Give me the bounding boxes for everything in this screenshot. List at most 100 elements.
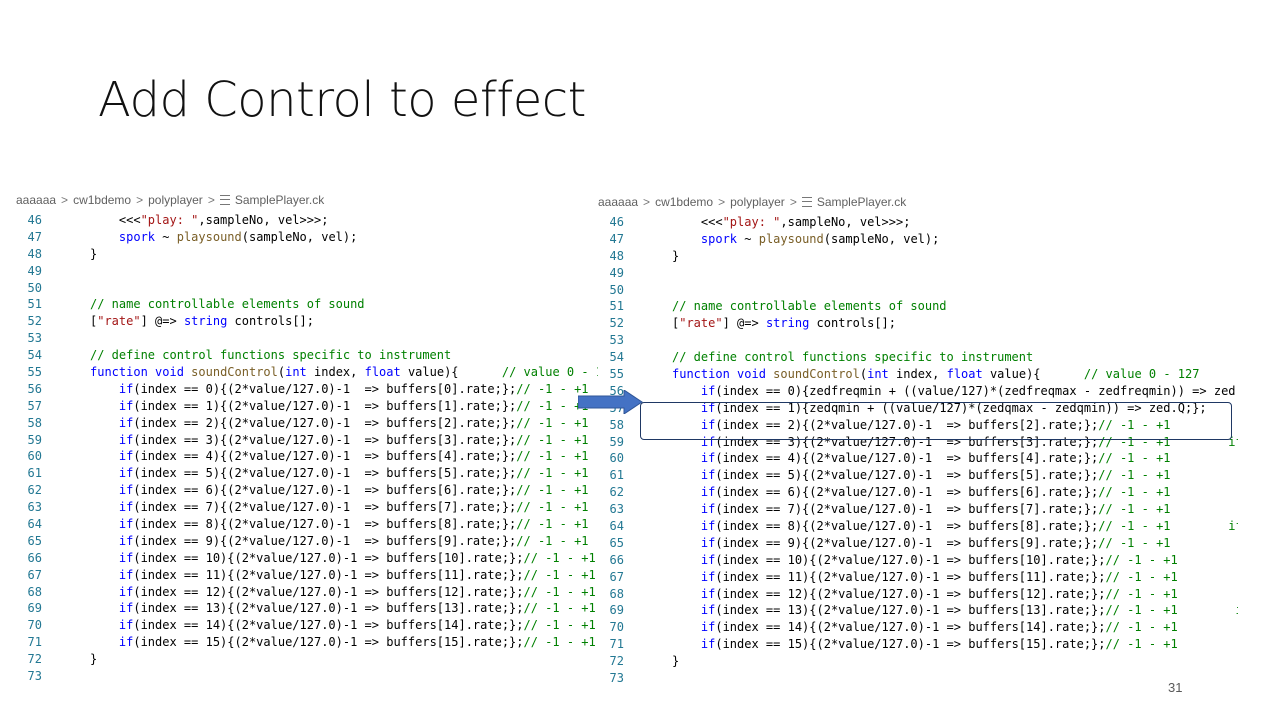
- code-line: 55 function void soundControl(int index, …: [598, 366, 1238, 383]
- line-text: if(index == 5){(2*value/127.0)-1 => buff…: [118, 466, 589, 481]
- line-text: if(index == 12){(2*value/127.0)-1 => buf…: [700, 586, 1178, 601]
- code-line: 60 if(index == 4){(2*value/127.0)-1 => b…: [16, 448, 600, 465]
- code-line: 72}: [16, 651, 600, 668]
- line-text: if(index == 7){(2*value/127.0)-1 => buff…: [700, 502, 1171, 517]
- code-line: 67 if(index == 11){(2*value/127.0)-1 => …: [598, 569, 1238, 586]
- code-line: 65 if(index == 9){(2*value/127.0)-1 => b…: [16, 533, 600, 550]
- line-text: }: [672, 248, 680, 263]
- line-text: [42, 280, 90, 297]
- line-number: 61: [609, 468, 624, 483]
- breadcrumb-item[interactable]: polyplayer: [730, 195, 785, 209]
- line-text: if(index == 8){(2*value/127.0)-1 => buff…: [118, 517, 589, 532]
- line-text: if(index == 11){(2*value/127.0)-1 => buf…: [700, 569, 1178, 584]
- line-text: if(index == 6){(2*value/127.0)-1 => buff…: [118, 483, 589, 498]
- line-text: function void soundControl(int index, fl…: [90, 365, 600, 380]
- line-number: 58: [609, 417, 624, 432]
- line-text: if(index == 15){(2*value/127.0)-1 => buf…: [118, 635, 596, 650]
- code-line: 73: [598, 670, 1238, 687]
- code-line: 61 if(index == 5){(2*value/127.0)-1 => b…: [598, 467, 1238, 484]
- breadcrumb-file[interactable]: SamplePlayer.ck: [817, 195, 906, 209]
- line-text: if(index == 10){(2*value/127.0)-1 => buf…: [700, 552, 1178, 567]
- line-text: // name controllable elements of sound: [90, 297, 365, 312]
- page-number: 31: [1168, 680, 1183, 695]
- line-text: }: [90, 246, 98, 261]
- code-line: 63 if(index == 7){(2*value/127.0)-1 => b…: [598, 501, 1238, 518]
- line-number: 50: [27, 280, 42, 295]
- code-line: 58 if(index == 2){(2*value/127.0)-1 => b…: [16, 415, 600, 432]
- code-line: 50: [16, 280, 600, 297]
- code-line: 50: [598, 282, 1238, 299]
- line-text: if(index == 0){(2*value/127.0)-1 => buff…: [118, 381, 589, 396]
- code-line: 48}: [598, 248, 1238, 265]
- line-number: 71: [27, 635, 42, 650]
- line-text: <<<"play: ",sampleNo, vel>>>;: [672, 215, 911, 229]
- code-line: 60 if(index == 4){(2*value/127.0)-1 => b…: [598, 450, 1238, 467]
- line-text: }: [672, 654, 680, 669]
- line-number: 66: [609, 552, 624, 567]
- line-number: 55: [27, 365, 42, 380]
- line-number: 53: [27, 331, 42, 346]
- line-number: 65: [609, 535, 624, 550]
- code-line: 56 if(index == 0){zedfreqmin + ((value/1…: [598, 383, 1238, 400]
- line-text: if(index == 1){(2*value/127.0)-1 => buff…: [118, 398, 589, 413]
- line-number: 70: [27, 618, 42, 633]
- chevron-right-icon: >: [136, 193, 144, 207]
- breadcrumb-item[interactable]: aaaaaa: [598, 195, 638, 209]
- line-number: 51: [27, 297, 42, 312]
- line-number: 46: [27, 213, 42, 227]
- line-text: [42, 330, 90, 347]
- line-text: spork ~ playsound(sampleNo, vel);: [118, 229, 358, 244]
- line-number: 59: [609, 434, 624, 449]
- line-number: 52: [27, 314, 42, 329]
- line-number: 70: [609, 620, 624, 635]
- code-line: 70 if(index == 14){(2*value/127.0)-1 => …: [598, 619, 1238, 636]
- code-line: 69 if(index == 13){(2*value/127.0)-1 => …: [598, 602, 1238, 619]
- code-line: 62 if(index == 6){(2*value/127.0)-1 => b…: [16, 482, 600, 499]
- code-line: 70 if(index == 14){(2*value/127.0)-1 => …: [16, 617, 600, 634]
- line-text: if(index == 6){(2*value/127.0)-1 => buff…: [700, 485, 1171, 500]
- line-text: if(index == 13){(2*value/127.0)-1 => buf…: [700, 603, 1238, 618]
- line-text: }: [90, 652, 98, 667]
- chevron-right-icon: >: [643, 195, 651, 209]
- line-text: [624, 332, 672, 349]
- left-code-panel: aaaaaa > cw1bdemo > polyplayer > SampleP…: [16, 190, 600, 700]
- line-number: 68: [27, 584, 42, 599]
- line-number: 52: [609, 316, 624, 331]
- line-text: if(index == 14){(2*value/127.0)-1 => buf…: [700, 620, 1178, 635]
- line-text: ["rate"] @=> string controls[];: [90, 314, 315, 329]
- code-line: 47 spork ~ playsound(sampleNo, vel);: [16, 229, 600, 246]
- line-number: 54: [609, 350, 624, 365]
- line-number: 55: [609, 367, 624, 382]
- code-editor[interactable]: 46 <<<"play: ",sampleNo, vel>>>; 47 spork…: [598, 214, 1238, 687]
- line-text: <<<"play: ",sampleNo, vel>>>;: [90, 213, 329, 227]
- line-number: 68: [609, 586, 624, 601]
- code-editor[interactable]: 46 <<<"play: ",sampleNo, vel>>>; 47 spork…: [16, 212, 600, 685]
- code-line: 46 <<<"play: ",sampleNo, vel>>>;: [16, 212, 600, 229]
- line-text: // define control functions specific to …: [672, 350, 1034, 365]
- line-text: if(index == 7){(2*value/127.0)-1 => buff…: [118, 500, 589, 515]
- right-code-panel: aaaaaa > cw1bdemo > polyplayer > SampleP…: [598, 192, 1238, 692]
- chevron-right-icon: >: [789, 195, 797, 209]
- breadcrumb-item[interactable]: polyplayer: [148, 193, 203, 207]
- line-text: if(index == 14){(2*value/127.0)-1 => buf…: [118, 618, 596, 633]
- file-icon: [219, 195, 230, 205]
- breadcrumb-item[interactable]: cw1bdemo: [73, 193, 131, 207]
- breadcrumb-item[interactable]: cw1bdemo: [655, 195, 713, 209]
- line-number: 46: [609, 215, 624, 229]
- file-icon: [801, 197, 812, 207]
- code-line: 62 if(index == 6){(2*value/127.0)-1 => b…: [598, 484, 1238, 501]
- line-number: 69: [27, 601, 42, 616]
- code-line: 65 if(index == 9){(2*value/127.0)-1 => b…: [598, 535, 1238, 552]
- breadcrumb-item[interactable]: aaaaaa: [16, 193, 56, 207]
- line-number: 48: [609, 248, 624, 263]
- line-number: 73: [609, 671, 624, 686]
- line-number: 56: [27, 381, 42, 396]
- line-number: 62: [27, 483, 42, 498]
- code-line: 61 if(index == 5){(2*value/127.0)-1 => b…: [16, 465, 600, 482]
- slide-title: Add Control to effect: [98, 72, 586, 128]
- code-line: 48}: [16, 246, 600, 263]
- line-number: 72: [609, 654, 624, 669]
- line-text: if(index == 12){(2*value/127.0)-1 => buf…: [118, 584, 596, 599]
- breadcrumb-file[interactable]: SamplePlayer.ck: [235, 193, 324, 207]
- line-number: 48: [27, 246, 42, 261]
